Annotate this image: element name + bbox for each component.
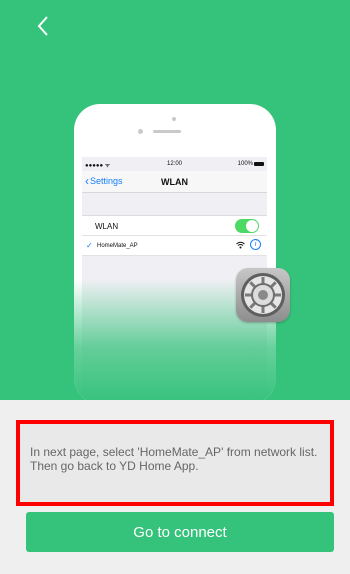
battery-percent: 100% <box>237 161 253 167</box>
illustration-area: ●●●●● ᯤ 12:00 100% ‹ Settings WLAN WLAN … <box>0 0 350 400</box>
battery-icon <box>254 162 264 166</box>
phone-speaker <box>153 130 181 133</box>
wlan-nav-bar: ‹ Settings WLAN <box>82 171 267 193</box>
network-row: ✓ HomeMate_AP i <box>82 236 267 256</box>
wlan-toggle <box>235 219 259 233</box>
instruction-text: In next page, select 'HomeMate_AP' from … <box>30 445 318 473</box>
info-icon: i <box>250 239 261 250</box>
settings-gear-icon <box>236 268 290 322</box>
phone-camera <box>172 117 176 121</box>
phone-sensor <box>138 129 143 134</box>
network-name: HomeMate_AP <box>97 243 138 249</box>
chevron-left-icon <box>37 16 48 36</box>
wlan-toggle-label: WLAN <box>95 222 119 231</box>
back-button[interactable] <box>30 12 58 40</box>
wlan-list: WLAN ✓ HomeMate_AP i <box>82 215 267 256</box>
checkmark-icon: ✓ <box>86 241 93 250</box>
status-bar: ●●●●● ᯤ 12:00 100% <box>82 157 267 171</box>
wlan-nav-title: WLAN <box>161 177 188 187</box>
go-to-connect-button[interactable]: Go to connect <box>26 512 334 552</box>
wlan-toggle-row: WLAN <box>82 216 267 236</box>
phone-illustration: ●●●●● ᯤ 12:00 100% ‹ Settings WLAN WLAN … <box>74 104 276 400</box>
instruction-box: In next page, select 'HomeMate_AP' from … <box>16 420 334 506</box>
toggle-knob <box>246 220 258 232</box>
wifi-icon <box>236 241 245 251</box>
